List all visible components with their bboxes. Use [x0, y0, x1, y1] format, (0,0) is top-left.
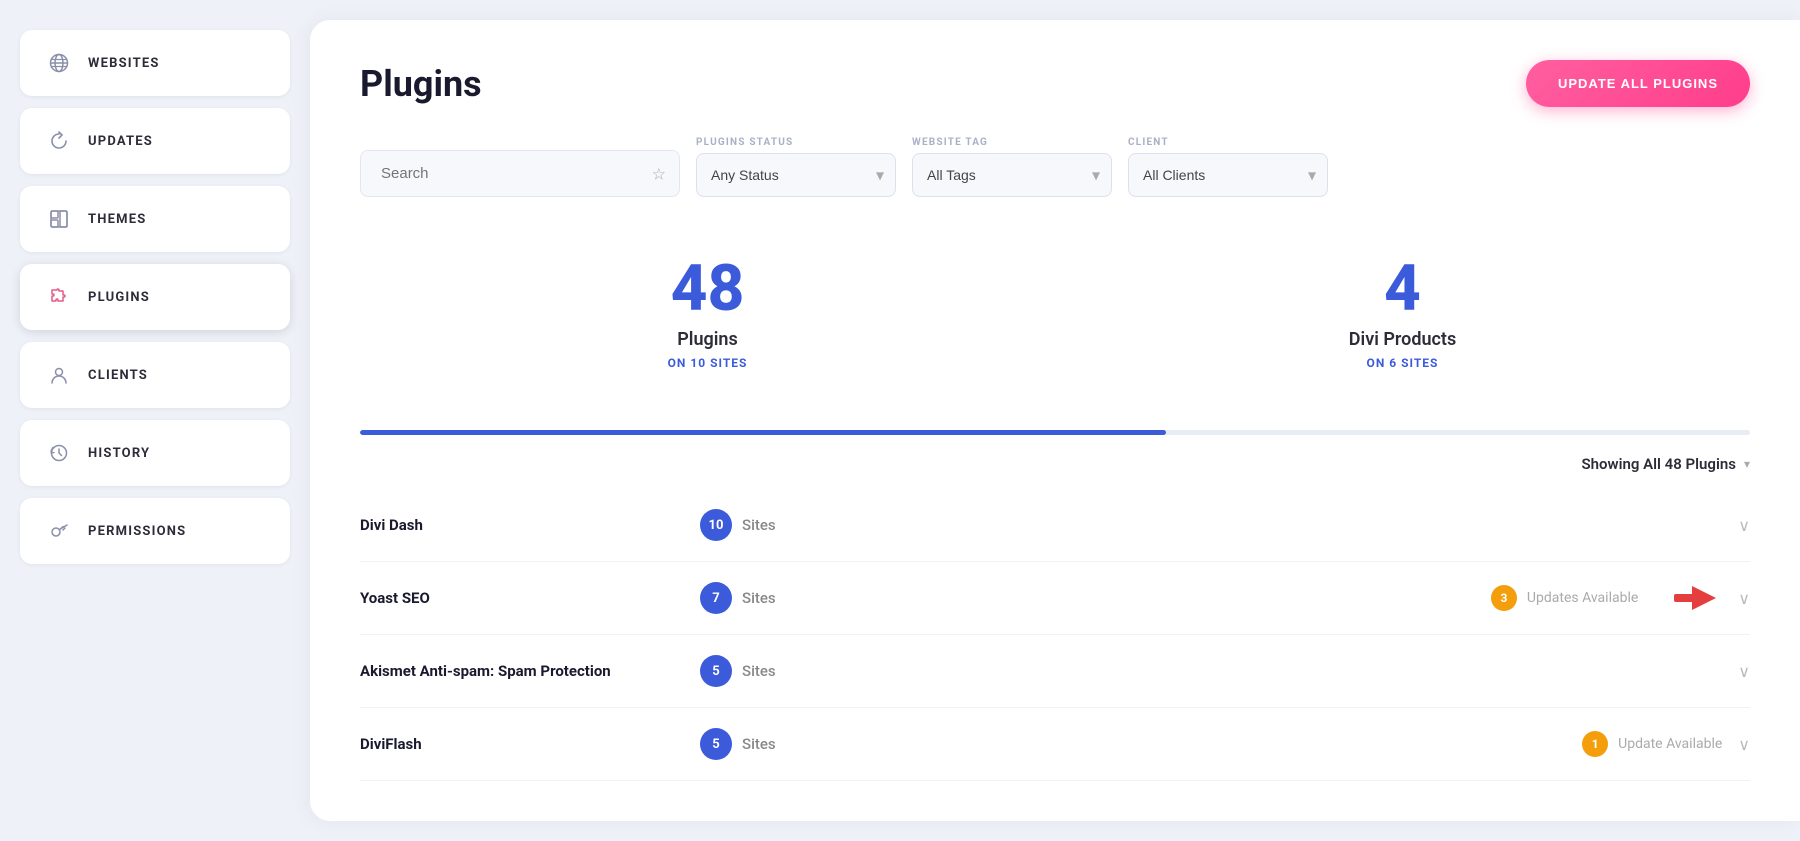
sites-label: Sites [742, 516, 776, 534]
divi-label: Divi Products [1055, 329, 1750, 350]
showing-chevron-icon: ▾ [1744, 457, 1750, 471]
plugin-row: DiviFlash 5 Sites 1 Update Available ∨ [360, 708, 1750, 781]
sites-label: Sites [742, 589, 776, 607]
updates-count-badge: 3 [1491, 585, 1517, 611]
website-tag-select[interactable]: All Tags [912, 153, 1112, 197]
update-all-button[interactable]: UPDATE ALL PLUGINS [1526, 60, 1750, 107]
showing-row: Showing All 48 Plugins ▾ [360, 455, 1750, 473]
sidebar-item-clients[interactable]: CLIENTS [20, 342, 290, 408]
updates-count-badge: 1 [1582, 731, 1608, 757]
sidebar-item-label-updates: UPDATES [88, 134, 153, 149]
client-select-wrap: All Clients [1128, 153, 1328, 197]
sites-count-badge: 7 [700, 582, 732, 614]
sites-badge: 10 Sites [700, 509, 776, 541]
expand-chevron-icon[interactable]: ∨ [1738, 589, 1750, 608]
client-filter-group: CLIENT All Clients [1128, 137, 1328, 197]
key-icon [48, 520, 70, 542]
sidebar-item-label-plugins: PLUGINS [88, 290, 150, 305]
updates-info: 1 Update Available [1582, 731, 1722, 757]
updates-available-text: Update Available [1618, 736, 1722, 752]
page-title: Plugins [360, 63, 482, 105]
sites-badge: 7 Sites [700, 582, 776, 614]
showing-text: Showing All 48 Plugins [1582, 455, 1736, 473]
client-select[interactable]: All Clients [1128, 153, 1328, 197]
website-tag-select-wrap: All Tags [912, 153, 1112, 197]
sidebar-item-label-clients: CLIENTS [88, 368, 148, 383]
plugin-row: Divi Dash 10 Sites ∨ [360, 489, 1750, 562]
divi-stat: 4 Divi Products ON 6 SITES [1055, 257, 1750, 370]
client-label: CLIENT [1128, 137, 1328, 148]
sites-count-badge: 5 [700, 655, 732, 687]
refresh-icon [48, 130, 70, 152]
plugin-row: Akismet Anti-spam: Spam Protection 5 Sit… [360, 635, 1750, 708]
website-tag-filter-group: WEBSITE TAG All Tags [912, 137, 1112, 197]
expand-chevron-icon[interactable]: ∨ [1738, 662, 1750, 681]
filters-row: ☆ PLUGINS STATUS Any Status WEBSITE TAG … [360, 137, 1750, 197]
sidebar: WEBSITES UPDATES THEMES [0, 0, 310, 841]
plugin-name: Divi Dash [360, 516, 680, 534]
plugins-count: 48 [360, 257, 1055, 321]
sidebar-item-websites[interactable]: WEBSITES [20, 30, 290, 96]
plugin-name: Akismet Anti-spam: Spam Protection [360, 662, 680, 680]
plugins-stat: 48 Plugins ON 10 SITES [360, 257, 1055, 370]
update-arrow-icon [1674, 582, 1722, 614]
sidebar-item-permissions[interactable]: PERMISSIONS [20, 498, 290, 564]
sidebar-item-updates[interactable]: UPDATES [20, 108, 290, 174]
star-icon[interactable]: ☆ [652, 164, 666, 183]
sites-count-badge: 5 [700, 728, 732, 760]
sidebar-item-themes[interactable]: THEMES [20, 186, 290, 252]
sites-count-badge: 10 [700, 509, 732, 541]
progress-bar-fill [360, 430, 1166, 435]
divi-count: 4 [1055, 257, 1750, 321]
plugins-label: Plugins [360, 329, 1055, 350]
website-tag-label: WEBSITE TAG [912, 137, 1112, 148]
plugins-sites: ON 10 SITES [360, 356, 1055, 370]
globe-icon [48, 52, 70, 74]
plugin-row-right: ∨ [1738, 662, 1750, 681]
plugins-status-filter-group: PLUGINS STATUS Any Status [696, 137, 896, 197]
expand-chevron-icon[interactable]: ∨ [1738, 516, 1750, 535]
search-input[interactable] [360, 150, 680, 197]
sidebar-item-label-permissions: PERMISSIONS [88, 524, 186, 539]
person-icon [48, 364, 70, 386]
plugin-name: DiviFlash [360, 735, 680, 753]
sidebar-item-label-websites: WEBSITES [88, 56, 160, 71]
puzzle-icon [48, 286, 70, 308]
search-wrap: ☆ [360, 150, 680, 197]
plugin-name: Yoast SEO [360, 589, 680, 607]
plugin-row: Yoast SEO 7 Sites 3 Updates Available ∨ [360, 562, 1750, 635]
sites-label: Sites [742, 735, 776, 753]
plugin-row-right: 3 Updates Available ∨ [1491, 582, 1750, 614]
updates-available-text: Updates Available [1527, 590, 1638, 606]
progress-bar [360, 430, 1750, 435]
sites-badge: 5 Sites [700, 655, 776, 687]
sites-badge: 5 Sites [700, 728, 776, 760]
main-content: Plugins UPDATE ALL PLUGINS ☆ PLUGINS STA… [310, 20, 1800, 821]
divi-sites: ON 6 SITES [1055, 356, 1750, 370]
stats-row: 48 Plugins ON 10 SITES 4 Divi Products O… [360, 237, 1750, 400]
plugin-row-right: 1 Update Available ∨ [1582, 731, 1750, 757]
expand-chevron-icon[interactable]: ∨ [1738, 735, 1750, 754]
updates-info: 3 Updates Available [1491, 585, 1638, 611]
sidebar-item-history[interactable]: HISTORY [20, 420, 290, 486]
sidebar-item-label-themes: THEMES [88, 212, 146, 227]
layout-icon [48, 208, 70, 230]
sidebar-item-label-history: HISTORY [88, 446, 150, 461]
sites-label: Sites [742, 662, 776, 680]
header-row: Plugins UPDATE ALL PLUGINS [360, 60, 1750, 107]
clock-icon [48, 442, 70, 464]
plugin-row-right: ∨ [1738, 516, 1750, 535]
plugin-list: Divi Dash 10 Sites ∨ Yoast SEO 7 Sites 3… [360, 489, 1750, 781]
sidebar-item-plugins[interactable]: PLUGINS [20, 264, 290, 330]
plugins-status-label: PLUGINS STATUS [696, 137, 896, 148]
plugins-status-select-wrap: Any Status [696, 153, 896, 197]
plugins-status-select[interactable]: Any Status [696, 153, 896, 197]
